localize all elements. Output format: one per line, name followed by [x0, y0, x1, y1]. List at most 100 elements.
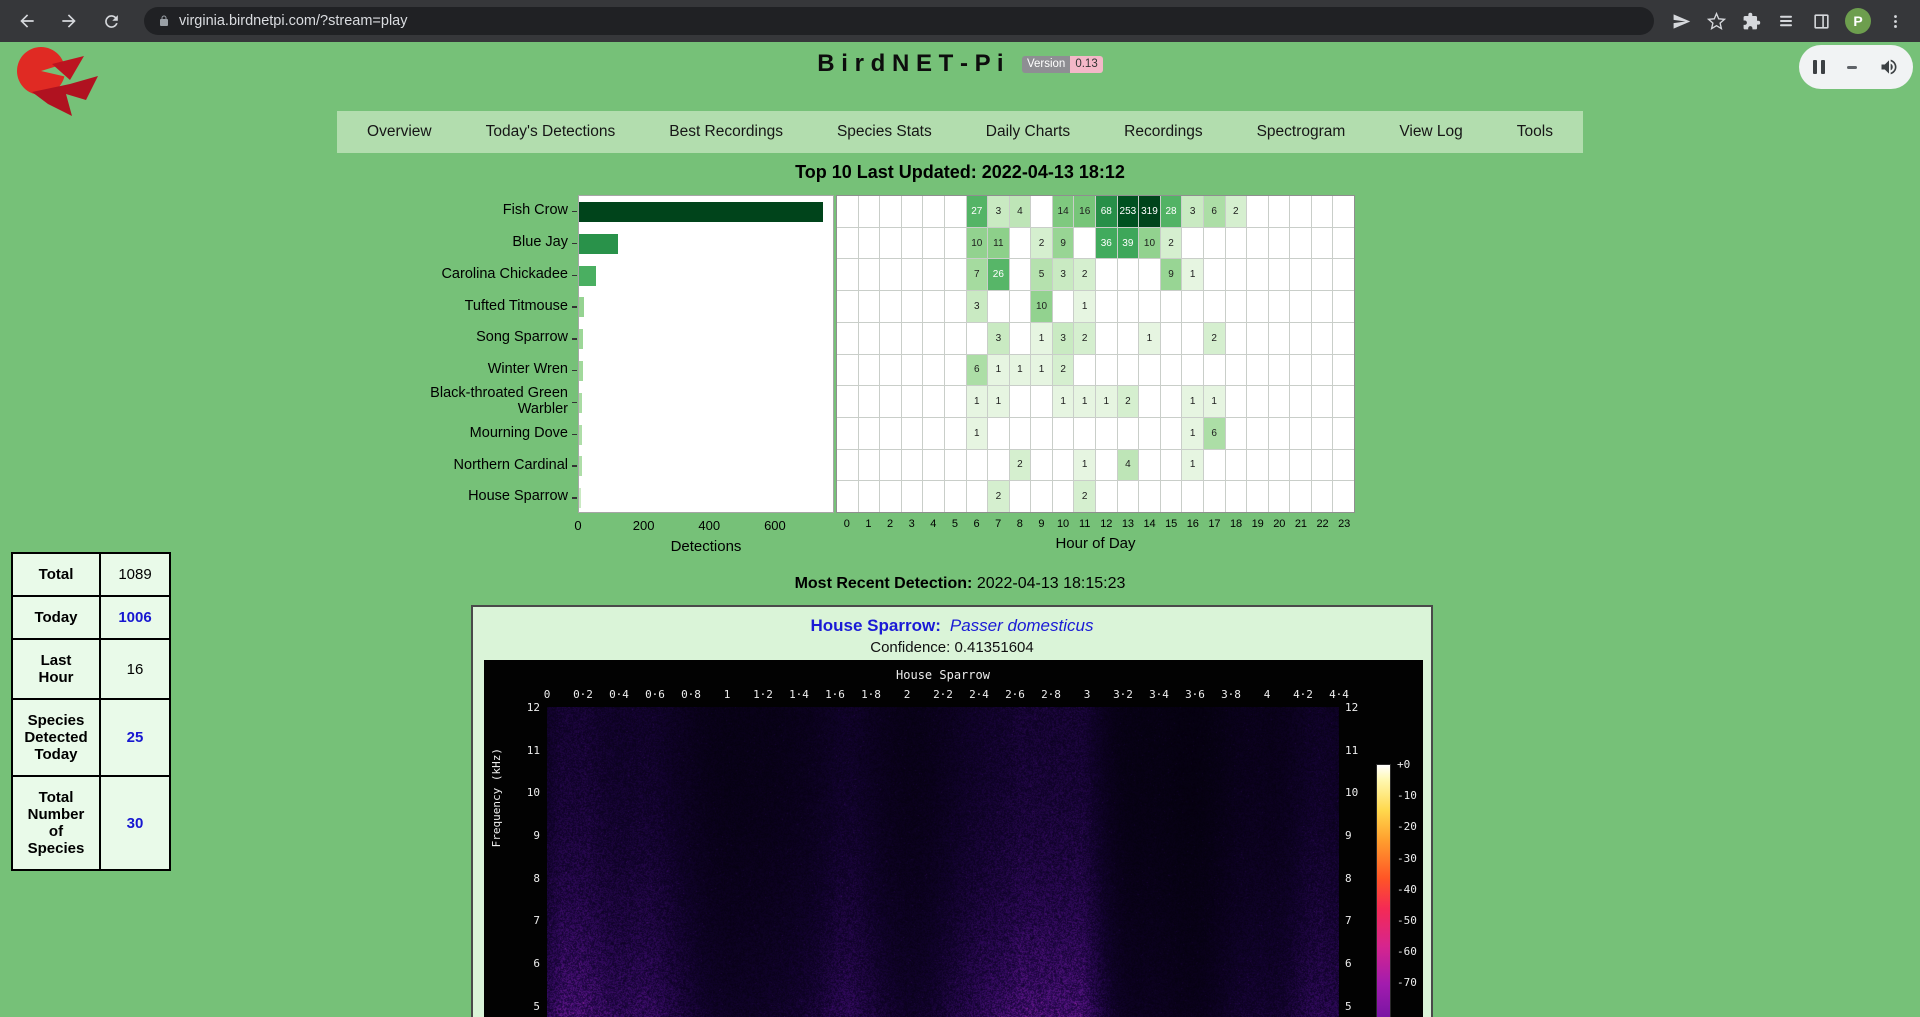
hour-axis-tick: 17: [1208, 518, 1220, 530]
detection-confidence: Confidence: 0.41351604: [473, 639, 1431, 656]
heatmap-cell: [1161, 481, 1182, 512]
stat-value-link[interactable]: 25: [127, 729, 144, 746]
heatmap-cell: [1333, 291, 1354, 322]
nav-item-best-recordings[interactable]: Best Recordings: [642, 123, 810, 141]
spec-freq-tick: 5: [1345, 1000, 1377, 1013]
spec-time-tick: 1·8: [861, 688, 881, 701]
heatmap-cell: [1118, 418, 1139, 449]
heatmap-cell: [837, 291, 858, 322]
extensions-puzzle-icon[interactable]: [1740, 10, 1762, 32]
nav-item-species-stats[interactable]: Species Stats: [810, 123, 959, 141]
heatmap-cell: 1: [1031, 355, 1052, 386]
back-icon[interactable]: [10, 4, 44, 38]
stats-table-body: Total1089Today1006Last Hour16Species Det…: [12, 553, 170, 870]
heatmap-cell: 6: [1204, 418, 1225, 449]
heatmap-cell: [1312, 291, 1333, 322]
heatmap-cell: [837, 259, 858, 290]
heatmap-cell: 1: [988, 355, 1009, 386]
heatmap-cell: [902, 418, 923, 449]
detection-scientific-name[interactable]: Passer domesticus: [950, 616, 1094, 635]
send-icon[interactable]: [1670, 10, 1692, 32]
bookmark-star-icon[interactable]: [1705, 10, 1727, 32]
heatmap-cell: [1096, 481, 1117, 512]
heatmap-cell: [1312, 386, 1333, 417]
heatmap-cell: [945, 355, 966, 386]
detection-common-name[interactable]: House Sparrow:: [811, 616, 941, 635]
hour-axis-label: Hour of Day: [836, 535, 1355, 552]
heatmap-cell: 1: [967, 418, 988, 449]
heatmap-cell: [967, 450, 988, 481]
heatmap-cell: 26: [988, 259, 1009, 290]
nav-item-tools[interactable]: Tools: [1490, 123, 1580, 141]
spec-time-tick: 4·2: [1293, 688, 1313, 701]
species-label: Northern Cardinal: [408, 449, 568, 481]
url-bar[interactable]: virginia.birdnetpi.com/?stream=play: [144, 7, 1654, 35]
heatmap-cell: [1053, 418, 1074, 449]
heatmap-cell: [1010, 228, 1031, 259]
nav-item-daily-charts[interactable]: Daily Charts: [959, 123, 1097, 141]
heatmap-cell: [923, 450, 944, 481]
heatmap-cell: [1312, 481, 1333, 512]
heatmap-cell: 2: [1031, 228, 1052, 259]
species-axis-tick: [572, 434, 577, 436]
most-recent-value: 2022-04-13 18:15:23: [977, 575, 1126, 592]
species-label: Mourning Dove: [408, 418, 568, 450]
nav-item-spectrogram[interactable]: Spectrogram: [1230, 123, 1373, 141]
nav-item-view-log[interactable]: View Log: [1372, 123, 1489, 141]
spec-freq-tick: 6: [1345, 957, 1377, 970]
heatmap-cell: [1269, 418, 1290, 449]
stat-value-link[interactable]: 1006: [118, 609, 151, 626]
heatmap-cell: [880, 196, 901, 227]
heatmap-cell: [1312, 418, 1333, 449]
heatmap-cell: [1031, 196, 1052, 227]
heatmap-cell: 10: [1139, 228, 1160, 259]
toolbar-actions: P: [1670, 8, 1910, 34]
hour-axis-tick: 20: [1273, 518, 1285, 530]
heatmap-cell: [1226, 450, 1247, 481]
heatmap-cell: [1204, 481, 1225, 512]
heatmap-cell: [1161, 323, 1182, 354]
side-panel-icon[interactable]: [1810, 10, 1832, 32]
nav-item-recordings[interactable]: Recordings: [1097, 123, 1229, 141]
top10-heading: Top 10 Last Updated: 2022-04-13 18:12: [0, 162, 1920, 183]
nav-item-overview[interactable]: Overview: [340, 123, 459, 141]
heatmap-cell: 4: [1118, 450, 1139, 481]
heatmap-cell: 1: [1204, 386, 1225, 417]
heatmap-cell: [1290, 355, 1311, 386]
spectrogram-ylabel: Frequency (kHz): [490, 748, 503, 847]
hour-axis-tick: 19: [1252, 518, 1264, 530]
extension-list-icon[interactable]: [1775, 10, 1797, 32]
volume-icon[interactable]: [1879, 57, 1899, 77]
profile-avatar[interactable]: P: [1845, 8, 1871, 34]
forward-icon[interactable]: [52, 4, 86, 38]
detections-bar: [579, 488, 581, 508]
menu-dots-icon[interactable]: [1884, 10, 1906, 32]
heatmap-cell: [1010, 418, 1031, 449]
heatmap-cell: [1139, 418, 1160, 449]
spec-time-tick: 1·6: [825, 688, 845, 701]
heatmap-cell: 3: [1182, 196, 1203, 227]
detection-panel: House Sparrow: Passer domesticus Confiden…: [471, 605, 1433, 1017]
stat-value-cell: 1006: [100, 596, 170, 639]
pause-icon[interactable]: [1813, 60, 1825, 74]
spec-time-tick: 1·4: [789, 688, 809, 701]
header: B i r d N E T - P i Version 0.13: [0, 50, 1920, 80]
stat-value-link[interactable]: 30: [127, 815, 144, 832]
colorbar-tick: -60: [1397, 945, 1417, 958]
heatmap-cell: 3: [1053, 323, 1074, 354]
nav-item-today-s-detections[interactable]: Today's Detections: [459, 123, 643, 141]
heatmap-cell: [1312, 355, 1333, 386]
spec-time-tick: 3·4: [1149, 688, 1169, 701]
heatmap-cell: [1333, 259, 1354, 290]
heatmap-cell: [1333, 481, 1354, 512]
heatmap-cell: [1226, 323, 1247, 354]
heatmap-cell: [1333, 196, 1354, 227]
heatmap-cell: [1204, 355, 1225, 386]
heatmap-cell: [880, 481, 901, 512]
reload-icon[interactable]: [94, 4, 128, 38]
heatmap-cell: [1226, 386, 1247, 417]
audio-player[interactable]: [1799, 45, 1913, 89]
heatmap-cell: [1247, 418, 1268, 449]
heatmap-cell: 5: [1031, 259, 1052, 290]
heatmap-cell: [1269, 450, 1290, 481]
